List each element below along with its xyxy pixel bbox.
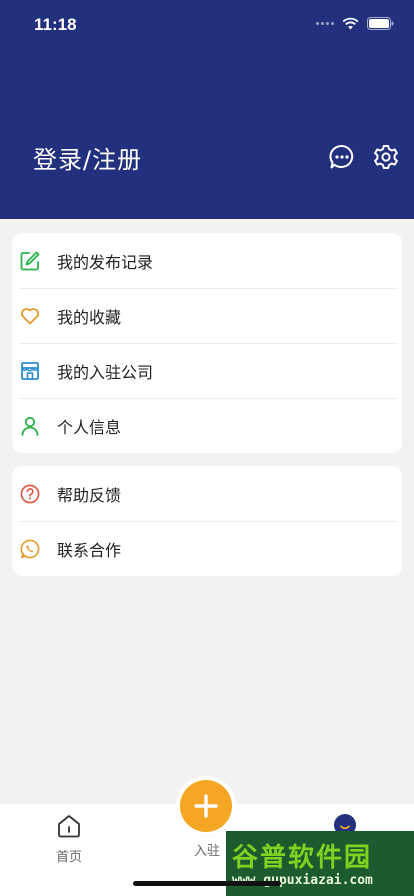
- status-bar: 11:18: [0, 0, 414, 50]
- battery-icon: [367, 17, 394, 30]
- watermark-title: 谷普软件园: [232, 843, 373, 873]
- menu-item-label: 帮助反馈: [57, 485, 122, 505]
- menu-item-my-companies[interactable]: 我的入驻公司: [12, 343, 402, 398]
- tab-home[interactable]: 首页: [29, 814, 109, 865]
- menu-card-main: 我的发布记录 我的收藏 我的入驻公司 个人信息: [12, 233, 402, 453]
- edit-icon: [20, 251, 40, 271]
- status-time: 11:18: [34, 15, 77, 34]
- menu-item-favorites[interactable]: 我的收藏: [12, 288, 402, 343]
- gear-icon: [374, 145, 398, 169]
- heart-icon: [20, 306, 40, 326]
- header: 11:18 登录/注册: [0, 0, 414, 219]
- wifi-icon: [342, 17, 359, 30]
- plus-icon: [194, 794, 218, 818]
- menu-item-help-feedback[interactable]: 帮助反馈: [12, 466, 402, 521]
- menu-item-label: 我的收藏: [57, 307, 122, 327]
- menu-item-label: 我的入驻公司: [57, 362, 154, 382]
- home-icon: [58, 815, 80, 838]
- menu-card-support: 帮助反馈 联系合作: [12, 466, 402, 576]
- home-indicator: [133, 881, 281, 886]
- settings-button[interactable]: [372, 143, 400, 171]
- menu-item-label: 我的发布记录: [57, 252, 154, 272]
- menu-item-label: 联系合作: [57, 540, 122, 560]
- help-icon: [20, 484, 40, 504]
- store-icon: [20, 361, 40, 381]
- menu-item-publish-records[interactable]: 我的发布记录: [12, 233, 402, 288]
- menu-item-label: 个人信息: [57, 417, 122, 437]
- status-icons: [316, 17, 394, 30]
- add-join-button[interactable]: [180, 780, 232, 832]
- phone-icon: [20, 539, 40, 559]
- user-icon: [20, 416, 40, 436]
- login-register-link[interactable]: 登录/注册: [33, 140, 142, 175]
- chat-bubble-icon: [329, 144, 354, 169]
- menu-item-contact-cooperation[interactable]: 联系合作: [12, 521, 402, 576]
- menu-item-personal-info[interactable]: 个人信息: [12, 398, 402, 453]
- signal-icon: [316, 22, 334, 25]
- tab-home-label: 首页: [55, 850, 82, 865]
- watermark: 谷普软件园 www.gupuxiazai.com: [226, 831, 414, 896]
- message-button[interactable]: [328, 143, 356, 171]
